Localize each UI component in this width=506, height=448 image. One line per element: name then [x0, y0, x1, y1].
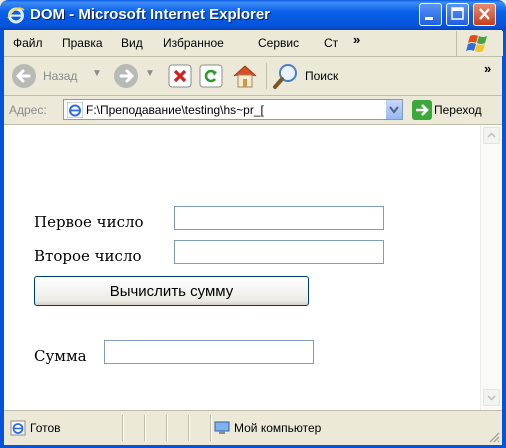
home-icon[interactable] — [230, 62, 260, 90]
sum-output-field[interactable] — [104, 340, 314, 364]
status-divider — [144, 415, 146, 441]
first-number-input[interactable] — [174, 206, 384, 230]
forward-button[interactable]: ▼ — [111, 61, 156, 91]
status-divider — [210, 415, 212, 441]
scroll-down-button[interactable] — [483, 389, 500, 406]
back-dropdown-icon[interactable]: ▼ — [92, 68, 102, 79]
close-icon — [479, 8, 490, 20]
forward-dropdown-icon[interactable]: ▼ — [145, 68, 155, 79]
go-label: Переход — [434, 103, 482, 117]
menu-bar: Файл Правка Вид Избранное Сервис Ст » — [4, 30, 502, 57]
status-divider — [188, 415, 190, 441]
scroll-up-button[interactable] — [483, 127, 500, 144]
second-number-label: Второе число — [34, 247, 142, 265]
minimize-icon — [425, 17, 433, 20]
address-label: Адрес: — [9, 103, 47, 117]
search-label: Поиск — [305, 69, 339, 83]
menu-more-chevron[interactable]: » — [353, 32, 360, 47]
title-bar[interactable]: DOM - Microsoft Internet Explorer — [0, 0, 506, 30]
menu-favorites[interactable]: Избранное — [163, 36, 224, 50]
status-text: Готов — [30, 421, 61, 435]
browser-window: DOM - Microsoft Internet Explorer Файл П… — [0, 0, 506, 448]
first-number-label: Первое число — [34, 213, 144, 231]
go-button[interactable]: Переход — [408, 99, 502, 121]
refresh-icon[interactable] — [198, 63, 224, 89]
status-divider — [166, 415, 168, 441]
status-bar: Готов Мой компьютер — [4, 410, 502, 445]
address-dropdown-button[interactable] — [385, 100, 402, 119]
windows-flag-logo — [456, 31, 503, 56]
zone-text: Мой компьютер — [234, 421, 322, 435]
windows-logo-icon — [466, 35, 487, 52]
address-field[interactable]: F:\Преподавание\testing\hs~pr_[ — [63, 99, 403, 120]
maximize-icon — [451, 7, 464, 20]
forward-arrow-icon — [114, 64, 138, 88]
menu-view[interactable]: Вид — [121, 36, 143, 50]
window-frame-right — [502, 30, 506, 448]
calculate-sum-button[interactable]: Вычислить сумму — [34, 276, 309, 306]
page-ie-icon — [67, 102, 83, 118]
toolbar-separator — [266, 63, 267, 89]
search-button[interactable]: Поиск — [271, 61, 361, 91]
back-arrow-icon — [12, 64, 36, 88]
window-title: DOM - Microsoft Internet Explorer — [30, 6, 271, 23]
back-button[interactable]: Назад ▼ — [7, 61, 107, 91]
ie-logo-icon — [7, 7, 25, 24]
menu-tools[interactable]: Сервис — [258, 36, 299, 50]
go-arrow-icon — [412, 100, 432, 120]
menu-edit[interactable]: Правка — [62, 36, 103, 50]
standard-toolbar: Назад ▼ ▼ Поиск » — [4, 57, 502, 96]
menu-file[interactable]: Файл — [13, 36, 43, 50]
my-computer-icon — [214, 421, 230, 434]
minimize-button[interactable] — [419, 3, 442, 26]
close-button[interactable] — [473, 3, 496, 26]
chevron-down-icon — [389, 106, 399, 114]
search-icon — [273, 64, 297, 89]
sum-label: Сумма — [34, 347, 87, 365]
back-label: Назад — [43, 69, 78, 83]
resize-grip-icon[interactable] — [488, 431, 500, 443]
maximize-button[interactable] — [446, 3, 469, 26]
address-value: F:\Преподавание\testing\hs~pr_[ — [86, 103, 264, 117]
status-divider — [122, 415, 124, 441]
stop-icon[interactable] — [167, 63, 193, 89]
scroll-up-icon — [487, 132, 496, 138]
vertical-scrollbar[interactable] — [480, 125, 502, 410]
toolbar-more-chevron[interactable]: » — [484, 61, 491, 76]
second-number-input[interactable] — [174, 240, 384, 264]
page-done-icon — [10, 420, 26, 436]
page-content — [4, 125, 480, 410]
address-bar: Адрес: F:\Преподавание\testing\hs~pr_[ П… — [4, 96, 502, 125]
menu-help[interactable]: Ст — [324, 36, 338, 50]
scroll-down-icon — [487, 395, 496, 401]
